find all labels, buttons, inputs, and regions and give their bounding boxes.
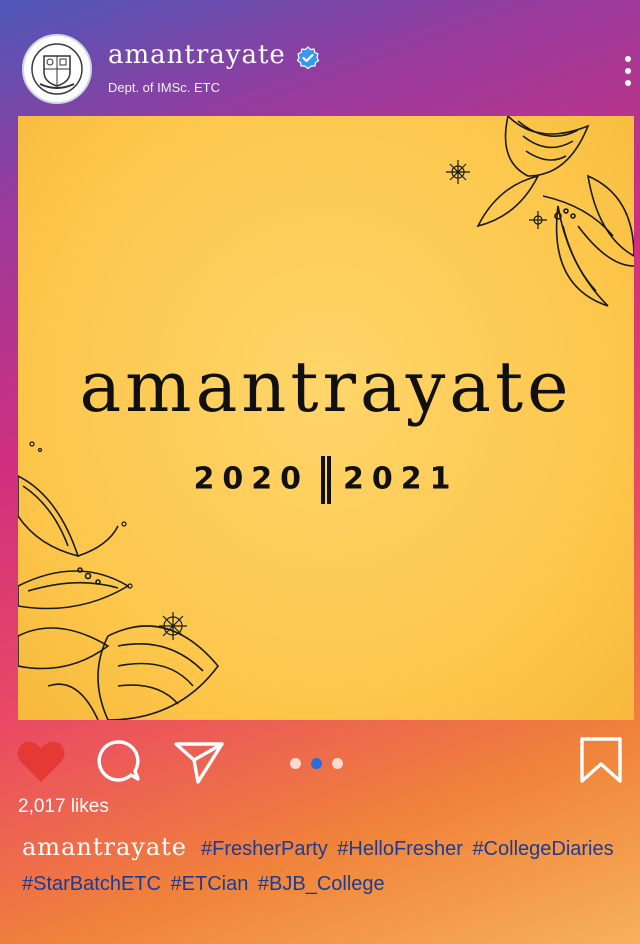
more-options-icon[interactable]	[618, 56, 638, 92]
college-emblem-icon	[31, 43, 83, 95]
profile-avatar[interactable]	[22, 34, 92, 104]
verified-badge-icon	[296, 46, 320, 70]
hashtag[interactable]: #ETCian	[171, 873, 249, 895]
lily-flower-icon	[18, 441, 220, 720]
hashtag[interactable]: #CollegeDiaries	[472, 838, 613, 860]
lily-flower-icon	[446, 116, 634, 307]
carousel-dot	[332, 758, 343, 769]
carousel-dot	[311, 758, 322, 769]
post-header: amantrayate Dept. of IMSc. ETC	[0, 0, 640, 110]
post-image[interactable]: amantrayate 2020 2021	[18, 116, 634, 720]
heart-icon[interactable]	[16, 738, 66, 784]
hashtag[interactable]: #HelloFresher	[337, 838, 463, 860]
action-bar	[0, 730, 640, 790]
post-title: amantrayate	[79, 346, 573, 428]
share-icon[interactable]	[172, 738, 226, 784]
hashtag[interactable]: #BJB_College	[258, 873, 385, 895]
caption-username[interactable]: amantrayate	[22, 833, 187, 861]
profile-username[interactable]: amantrayate	[108, 40, 286, 70]
carousel-indicator	[290, 758, 343, 769]
profile-subtitle: Dept. of IMSc. ETC	[108, 80, 220, 95]
year-end: 2021	[343, 461, 459, 497]
hashtag[interactable]: #FresherParty	[201, 838, 328, 860]
bookmark-icon[interactable]	[578, 736, 624, 784]
hashtag[interactable]: #StarBatchETC	[22, 873, 161, 895]
year-separator	[321, 456, 331, 504]
post-caption: amantrayate #FresherParty #HelloFresher #…	[22, 830, 632, 902]
comment-icon[interactable]	[96, 738, 142, 784]
likes-count[interactable]: 2,017 likes	[18, 796, 109, 818]
carousel-dot	[290, 758, 301, 769]
